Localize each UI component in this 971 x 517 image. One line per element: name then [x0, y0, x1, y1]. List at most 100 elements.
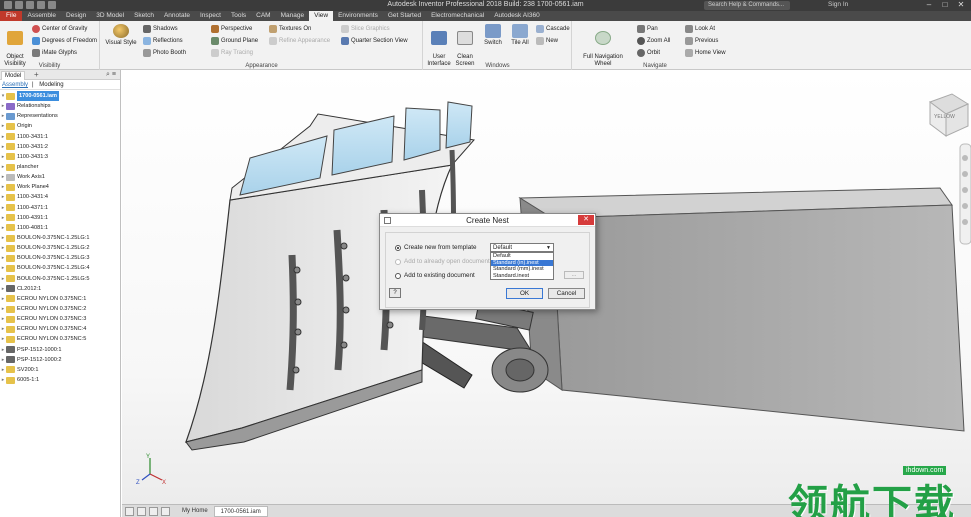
tab-file[interactable]: File	[0, 11, 23, 21]
tree-node[interactable]: ▸ Work Plane4	[0, 182, 120, 192]
tree-root[interactable]: ▾ 1700-0561.iam	[0, 91, 120, 102]
add-browser-tab-icon[interactable]: +	[34, 71, 39, 79]
help-search-input[interactable]: Search Help & Commands...	[704, 1, 790, 10]
close-icon[interactable]: ✕	[953, 0, 969, 11]
slice-graphics-button[interactable]: Slice Graphics	[341, 25, 390, 33]
tree-node[interactable]: ▸ 1100-4081:1	[0, 223, 120, 233]
center-of-gravity-button[interactable]: Center of Gravity	[32, 25, 87, 33]
tree-node[interactable]: ▸ BOULON-0.375NC-1.25LG:2	[0, 243, 120, 253]
textures-on-button[interactable]: Textures On	[269, 25, 311, 33]
home-view-button[interactable]: Home View	[685, 49, 726, 57]
split-icon[interactable]	[161, 506, 170, 516]
tree-node[interactable]: ▸ 1100-3431:1	[0, 132, 120, 142]
switch-button[interactable]: Switch	[481, 24, 505, 47]
tab-design[interactable]: Design	[61, 11, 91, 21]
look-at-button[interactable]: Look At	[685, 25, 715, 33]
option-new-from-template[interactable]: Create new from template	[395, 244, 476, 251]
tab-electromechanical[interactable]: Electromechanical	[426, 11, 489, 21]
tab-assemble[interactable]: Assemble	[22, 11, 61, 21]
tree-node[interactable]: ▸ Origin	[0, 121, 120, 131]
option-open-document[interactable]: Add to already open document	[395, 258, 490, 265]
tile-icon[interactable]	[137, 506, 146, 516]
cancel-button[interactable]: Cancel	[548, 288, 585, 299]
dropdown-option[interactable]: Standard.inest	[491, 273, 553, 280]
tab-inspect[interactable]: Inspect	[195, 11, 226, 21]
doc-tab-my-home[interactable]: My Home	[176, 506, 214, 517]
radio-new-from-template[interactable]	[395, 244, 401, 251]
ok-button[interactable]: OK	[506, 288, 543, 299]
tree-node[interactable]: ▸ 1100-4391:1	[0, 213, 120, 223]
subtab-assembly[interactable]: Assembly	[2, 82, 28, 88]
tab-environments[interactable]: Environments	[333, 11, 383, 21]
option-existing-document[interactable]: Add to existing document	[395, 272, 475, 279]
quarter-section-view-button[interactable]: Quarter Section View	[341, 37, 408, 45]
tab-sketch[interactable]: Sketch	[129, 11, 159, 21]
tree-node[interactable]: ▸ BOULON-0.375NC-1.25LG:5	[0, 274, 120, 284]
tree-node[interactable]: ▸ Relationships	[0, 101, 120, 111]
tree-node[interactable]: ▸ Work Axis1	[0, 172, 120, 182]
tab-menu-icon[interactable]	[125, 506, 134, 516]
visual-style-button[interactable]: Visual Style	[105, 24, 137, 47]
tree-node[interactable]: ▸ ECROU NYLON 0.375NC:1	[0, 294, 120, 304]
reflections-button[interactable]: Reflections	[143, 37, 183, 45]
orbit-button[interactable]: Orbit	[637, 49, 660, 57]
ray-tracing-button[interactable]: Ray Tracing	[211, 49, 253, 57]
dialog-close-icon[interactable]: ✕	[578, 215, 594, 225]
tree-node[interactable]: ▸ 1100-3431:4	[0, 192, 120, 202]
browser-tab-model[interactable]: Model	[1, 71, 26, 80]
user-interface-button[interactable]: User Interface	[426, 24, 452, 68]
tree-node[interactable]: ▸ BOULON-0.375NC-1.25LG:4	[0, 263, 120, 273]
tree-node[interactable]: ▸ 6005-1:1	[0, 375, 120, 385]
help-button[interactable]: ?	[389, 288, 401, 298]
subtab-modeling[interactable]: Modeling	[39, 82, 63, 88]
tree-node[interactable]: ▸ 1100-3431:3	[0, 152, 120, 162]
dropdown-option[interactable]: Standard (mm).inest	[491, 266, 553, 273]
tree-node[interactable]: ▸ Representations	[0, 111, 120, 121]
tree-node[interactable]: ▸ PSP-1512-1000:1	[0, 345, 120, 355]
photo-booth-select[interactable]: Photo Booth	[143, 49, 186, 57]
view-cube[interactable]: YELLOW	[928, 93, 970, 137]
cascade-button[interactable]: Cascade	[536, 25, 570, 33]
zoom-all-button[interactable]: Zoom All	[637, 37, 670, 45]
tree-node[interactable]: ▸ BOULON-0.375NC-1.25LG:3	[0, 253, 120, 263]
tree-node[interactable]: ▸ SV200:1	[0, 365, 120, 375]
sign-in-link[interactable]: Sign In	[828, 1, 848, 8]
tab-get-started[interactable]: Get Started	[383, 11, 426, 21]
tree-node[interactable]: ▸ CL2012:1	[0, 284, 120, 294]
imate-glyphs-button[interactable]: iMate Glyphs	[32, 49, 77, 57]
shadows-button[interactable]: Shadows	[143, 25, 178, 33]
tree-node[interactable]: ▸ ECROU NYLON 0.375NC:2	[0, 304, 120, 314]
tree-node[interactable]: ▸ plancher	[0, 162, 120, 172]
refine-appearance-button[interactable]: Refine Appearance	[269, 37, 330, 45]
clean-screen-button[interactable]: Clean Screen	[454, 24, 476, 68]
tab-cam[interactable]: CAM	[251, 11, 275, 21]
minimize-icon[interactable]: –	[921, 0, 937, 11]
perspective-button[interactable]: Perspective	[211, 25, 252, 33]
maximize-icon[interactable]: □	[937, 0, 953, 11]
ground-plane-button[interactable]: Ground Plane	[211, 37, 258, 45]
tab-autodesk-ai360[interactable]: Autodesk AI360	[489, 11, 545, 21]
tree-node[interactable]: ▸ BOULON-0.375NC-1.25LG:1	[0, 233, 120, 243]
full-navigation-wheel-button[interactable]: Full Navigation Wheel	[579, 24, 627, 68]
tree-node[interactable]: ▸ ECROU NYLON 0.375NC:4	[0, 324, 120, 334]
object-visibility-button[interactable]: Object Visibility	[2, 24, 28, 68]
radio-existing-document[interactable]	[395, 272, 401, 279]
tree-node[interactable]: ▸ PSP-1512-1000:2	[0, 355, 120, 365]
tab-view[interactable]: View	[309, 11, 334, 21]
tile-all-button[interactable]: Tile All	[508, 24, 532, 47]
template-select[interactable]: Default ▼	[490, 243, 554, 252]
tab-3d-model[interactable]: 3D Model	[91, 11, 129, 21]
new-window-button[interactable]: New	[536, 37, 558, 45]
tab-annotate[interactable]: Annotate	[159, 11, 195, 21]
navigation-bar[interactable]	[959, 143, 971, 245]
tab-manage[interactable]: Manage	[276, 11, 310, 21]
tab-tools[interactable]: Tools	[226, 11, 251, 21]
radio-open-document[interactable]	[395, 258, 401, 265]
browser-search-icon[interactable]: ⌕ ≡	[106, 71, 116, 79]
pan-button[interactable]: Pan	[637, 25, 658, 33]
cascade-tabs-icon[interactable]	[149, 506, 158, 516]
degrees-of-freedom-button[interactable]: Degrees of Freedom	[32, 37, 97, 45]
browse-button[interactable]: ...	[564, 271, 584, 279]
tree-node[interactable]: ▸ 1100-3431:2	[0, 142, 120, 152]
tree-node[interactable]: ▸ ECROU NYLON 0.375NC:5	[0, 334, 120, 344]
